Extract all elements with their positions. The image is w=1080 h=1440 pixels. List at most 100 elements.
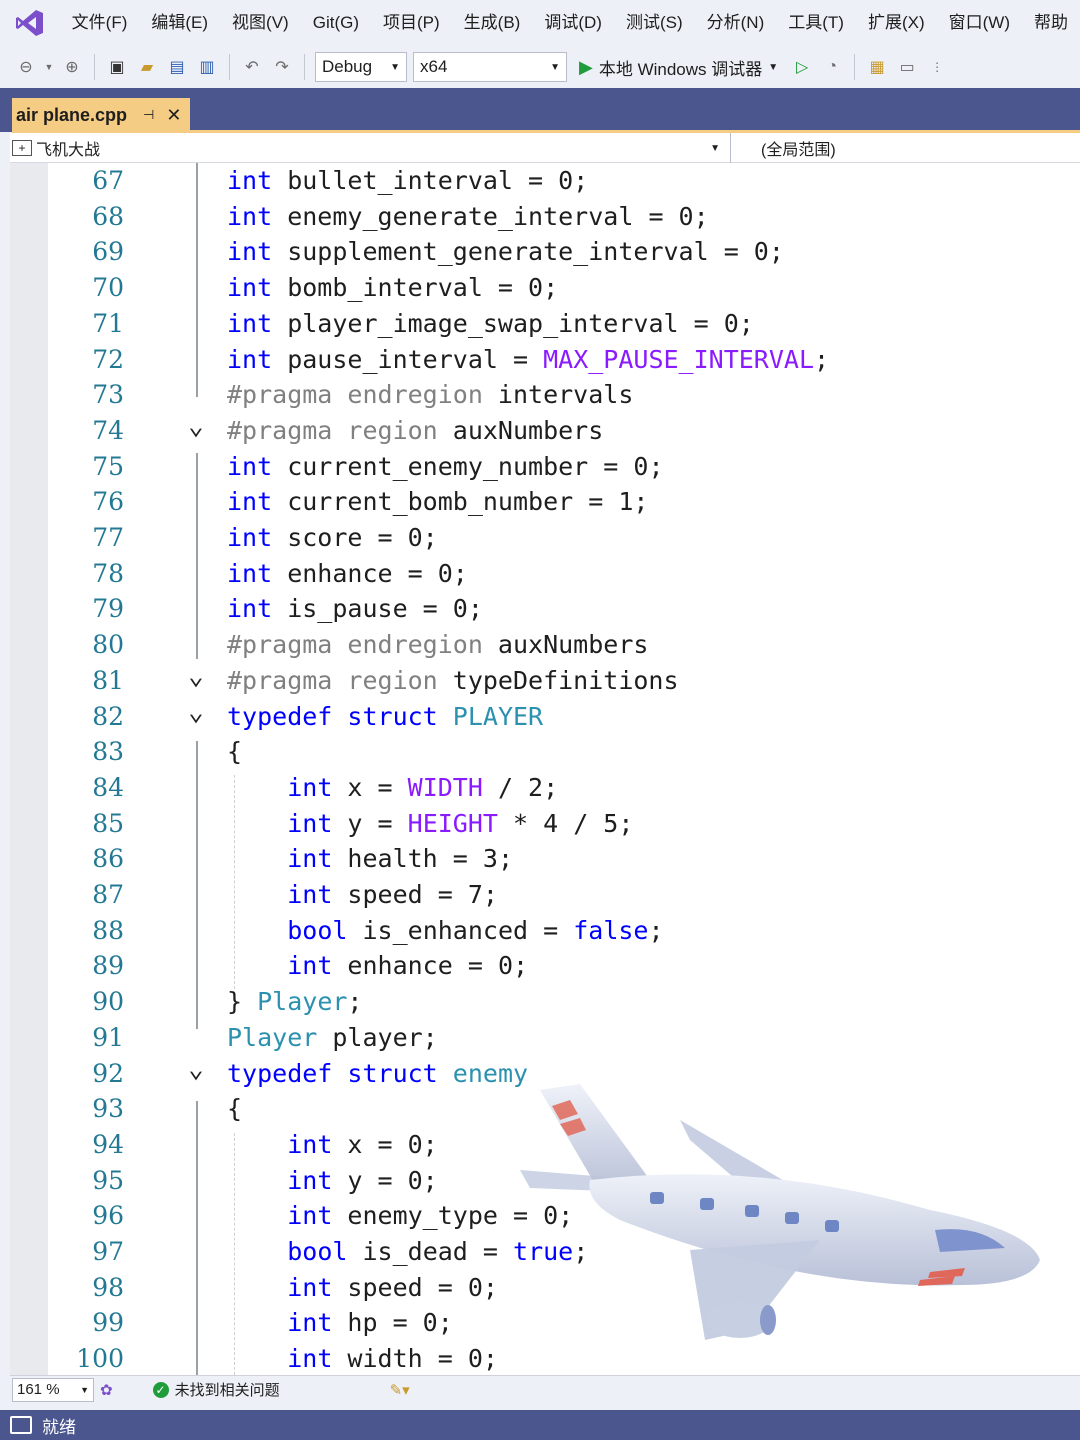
code-token: is_enhanced = <box>347 915 574 945</box>
code-line: 70 int bomb_interval = 0; <box>10 270 1080 306</box>
code-token: ; <box>814 344 830 374</box>
code-token: typeDefinitions <box>437 665 679 695</box>
line-number: 84 <box>92 772 124 802</box>
code-token: { <box>227 1094 243 1124</box>
code-token: #pragma region <box>227 665 438 695</box>
toolbar-separator <box>854 54 856 80</box>
solution-platform-select[interactable]: x64 ▼ <box>413 52 567 82</box>
code-token: HEIGHT <box>407 808 498 838</box>
code-token: auxNumbers <box>437 415 604 445</box>
chevron-down-icon: ▼ <box>80 1384 89 1395</box>
issues-indicator[interactable]: ✓ 未找到相关问题 <box>152 1379 280 1400</box>
menu-item[interactable]: 分析(N) <box>695 0 777 46</box>
code-token: / 2; <box>482 772 559 802</box>
chevron-down-icon: ▼ <box>390 61 400 73</box>
code-text: { <box>227 734 242 770</box>
back-icon[interactable]: ⊖ <box>14 55 38 79</box>
solution-explorer-icon[interactable]: ▦ <box>865 55 889 79</box>
tab-air-plane-cpp[interactable]: air plane.cpp ⊣ ✕ <box>12 98 190 132</box>
menu-item[interactable]: 编辑(E) <box>139 0 220 46</box>
menu-item[interactable]: 扩展(X) <box>856 0 937 46</box>
code-text: int speed = 0; <box>227 1270 498 1306</box>
dropdown-arrow-icon[interactable]: ▼ <box>44 55 54 79</box>
code-token: struct <box>347 1058 438 1088</box>
line-number: 89 <box>92 951 124 981</box>
menu-item[interactable]: 调试(D) <box>532 0 614 46</box>
line-number: 94 <box>92 1129 124 1159</box>
code-token: is_dead = <box>347 1237 514 1266</box>
menu-item[interactable]: 工具(T) <box>776 0 856 46</box>
code-text: int pause_interval = MAX_PAUSE_INTERVAL; <box>227 342 829 378</box>
code-text: } Player; <box>227 984 362 1020</box>
toolbar-separator <box>94 54 95 80</box>
redo-icon[interactable]: ↷ <box>270 55 294 79</box>
code-token: typedef <box>227 1058 333 1088</box>
code-token: int <box>287 1272 333 1302</box>
line-number: 92 <box>92 1058 124 1088</box>
close-icon[interactable]: ✕ <box>166 105 181 126</box>
code-token: int <box>287 1308 333 1338</box>
line-number: 80 <box>92 630 124 660</box>
code-token: int <box>227 308 273 338</box>
code-text: int is_pause = 0; <box>227 591 483 627</box>
solution-configuration-select[interactable]: Debug ▼ <box>315 52 407 82</box>
code-cleanup-icon[interactable]: ✎▾ <box>390 1381 410 1399</box>
code-token: int <box>227 237 273 267</box>
line-number: 75 <box>92 451 124 481</box>
code-token: } <box>227 987 258 1017</box>
line-number: 97 <box>92 1237 124 1266</box>
line-number: 95 <box>92 1165 124 1195</box>
new-project-icon[interactable]: ▣ <box>105 55 129 79</box>
code-token: bool <box>287 915 348 945</box>
menu-item[interactable]: 窗口(W) <box>937 0 1022 46</box>
menu-item[interactable]: 文件(F) <box>60 0 140 46</box>
open-folder-icon[interactable]: ▰ <box>135 55 159 79</box>
window-layout-icon[interactable]: ▭ <box>895 55 919 79</box>
start-without-debugging-icon[interactable]: ▷ <box>790 55 814 79</box>
line-number: 81 <box>92 665 124 695</box>
copilot-icon[interactable]: ✿ <box>100 1381 113 1399</box>
code-line: 72 int pause_interval = MAX_PAUSE_INTERVA… <box>10 342 1080 378</box>
code-token: int <box>287 1201 333 1231</box>
line-number: 98 <box>92 1272 124 1302</box>
menu-item[interactable]: 测试(S) <box>614 0 695 46</box>
indent-guide <box>234 775 235 989</box>
collapse-chevron-icon[interactable]: ⌄ <box>186 413 206 449</box>
pin-icon[interactable]: ⊣ <box>143 107 154 123</box>
menu-item[interactable]: 项目(P) <box>371 0 452 46</box>
menu-item[interactable]: 生成(B) <box>452 0 533 46</box>
save-all-icon[interactable]: ▥ <box>195 55 219 79</box>
zoom-select[interactable]: 161 % ▼ <box>12 1377 94 1402</box>
collapse-chevron-icon[interactable]: ⌄ <box>186 1056 206 1092</box>
hot-reload-icon[interactable]: ◔ <box>820 55 844 79</box>
code-token: int <box>227 451 273 481</box>
menu-item[interactable]: 帮助 <box>1022 0 1080 46</box>
line-number: 90 <box>92 987 124 1017</box>
code-line: 83 { <box>10 734 1080 770</box>
platform-value: x64 <box>420 57 448 76</box>
code-text: Player player; <box>227 1020 438 1056</box>
scope-dropdown[interactable]: (全局范围) <box>730 133 1080 163</box>
code-text: int bomb_interval = 0; <box>227 270 558 306</box>
visual-studio-logo-icon[interactable] <box>0 0 60 46</box>
overflow-icon[interactable]: ⋮ <box>925 55 949 79</box>
code-token: enhance = 0; <box>272 558 468 588</box>
menu-item[interactable]: Git(G) <box>301 0 371 46</box>
code-text: int hp = 0; <box>227 1305 453 1341</box>
start-debugging-button[interactable]: ▶ 本地 Windows 调试器 ▼ <box>573 55 784 80</box>
collapse-chevron-icon[interactable]: ⌄ <box>186 663 206 699</box>
code-token: int <box>227 166 273 195</box>
code-token: int <box>287 808 333 838</box>
code-token: ; <box>648 915 664 945</box>
forward-icon[interactable]: ⊕ <box>60 55 84 79</box>
menu-item[interactable]: 视图(V) <box>220 0 301 46</box>
outline-bracket <box>196 163 198 397</box>
project-dropdown[interactable]: + 飞机大战 ▼ <box>12 133 720 163</box>
code-text: int enemy_generate_interval = 0; <box>227 199 709 235</box>
code-token: #pragma endregion <box>227 380 483 410</box>
collapse-chevron-icon[interactable]: ⌄ <box>186 699 206 735</box>
save-icon[interactable]: ▤ <box>165 55 189 79</box>
undo-icon[interactable]: ↶ <box>240 55 264 79</box>
code-line: 80 #pragma endregion auxNumbers <box>10 627 1080 663</box>
